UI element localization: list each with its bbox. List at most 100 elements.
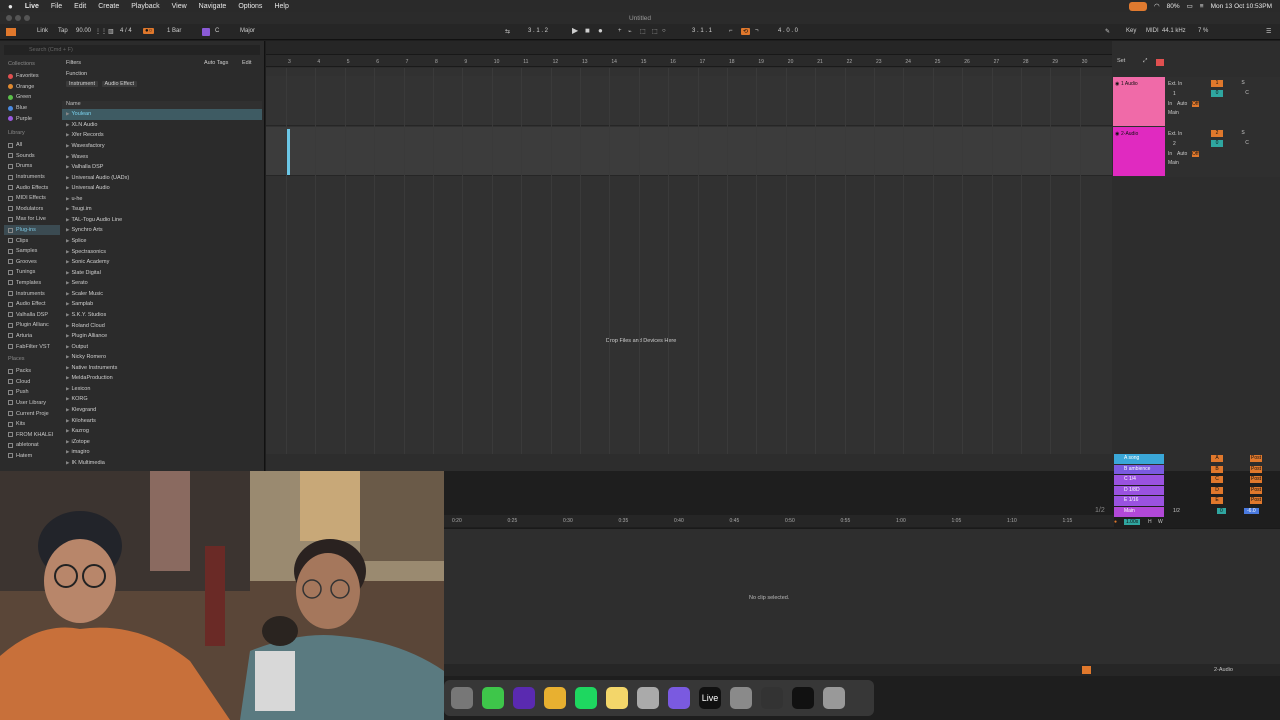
time-signature-field[interactable]: 4 / 4 (120, 28, 132, 34)
launchpad-icon[interactable] (451, 687, 473, 709)
track-activator-icon[interactable]: ◉ (1115, 81, 1119, 87)
browser-folder-item[interactable]: ▶ Nicky Romero (62, 352, 262, 363)
library-item-tunings[interactable]: Tunings (4, 267, 60, 278)
collection-orange[interactable]: Orange (4, 82, 60, 93)
browser-folder-item[interactable]: ▶ iZotope (62, 436, 262, 447)
follow-arrow-icon[interactable]: ⤢ (1143, 58, 1147, 65)
return-track-3[interactable]: D 1/8D (1114, 485, 1164, 496)
browser-folder-item[interactable]: ▶ Synchro Arts (62, 225, 262, 236)
master-fraction-select[interactable]: 1/2 (1173, 508, 1180, 514)
browser-folder-item[interactable]: ▶ Output (62, 341, 262, 352)
track-title-1[interactable]: 1 Audio ◉ (1113, 77, 1165, 126)
loop-toggle[interactable]: ⟲ (741, 28, 751, 35)
control-center-icon[interactable]: ≡ (1200, 3, 1204, 10)
browser-folder-item[interactable]: ▶ Roland Cloud (62, 320, 262, 331)
notes-icon[interactable] (606, 687, 628, 709)
capture-icon[interactable]: ⬚ (640, 28, 646, 35)
expand-triangle-icon[interactable]: ▶ (66, 185, 69, 191)
quantize-select[interactable]: 1 Bar (167, 28, 181, 34)
browser-folder-item[interactable]: ▶ Native Instruments (62, 363, 262, 374)
expand-triangle-icon[interactable]: ▶ (66, 270, 69, 276)
return-track-4[interactable]: E 1/16 (1114, 496, 1164, 506)
place-item-current-proje[interactable]: Current Proje (4, 408, 60, 419)
menu-app-name[interactable]: Live (25, 3, 39, 10)
spotify-icon[interactable] (575, 687, 597, 709)
loop-length[interactable]: 4 . 0 . 0 (778, 28, 798, 34)
collection-purple[interactable]: Purple (4, 113, 60, 124)
expand-triangle-icon[interactable]: ▶ (66, 386, 69, 392)
track-lanes[interactable]: Drop Files and Devices Here (266, 68, 1112, 454)
filter-chip-instrument[interactable]: Instrument (66, 81, 98, 87)
menu-edit[interactable]: Edit (74, 3, 86, 10)
input-type-select[interactable]: Ext. In (1168, 81, 1182, 87)
expand-triangle-icon[interactable]: ▶ (66, 312, 69, 318)
collection-favorites[interactable]: Favorites (4, 71, 60, 82)
scale-select[interactable]: Major (240, 28, 255, 34)
browser-folder-item[interactable]: ▶ Plugin Alliance (62, 331, 262, 342)
detail-view[interactable]: No clip selected. (444, 528, 1280, 664)
metronome-icon[interactable]: ⋮⋮ (95, 28, 107, 35)
loop-start[interactable]: 3 . 1 . 1 (692, 28, 712, 34)
zoom-level[interactable]: 1.00x (1124, 519, 1141, 525)
monitor-off[interactable]: Off (1192, 101, 1199, 107)
stop-button[interactable]: ■ (585, 26, 590, 35)
browser-folder-item[interactable]: ▶ Valhalla DSP (62, 162, 262, 173)
browser-folder-item[interactable]: ▶ Scaler Music (62, 289, 262, 300)
clock[interactable]: Mon 13 Oct 10:53PM (1211, 3, 1272, 10)
return-track-1[interactable]: B ambience (1114, 464, 1164, 475)
browser-folder-item[interactable]: ▶ IK Multimedia (62, 458, 262, 469)
quantize-toggle[interactable]: ●○ (143, 28, 155, 34)
library-item-plugin-allianc[interactable]: Plugin Allianc (4, 320, 60, 331)
browser-folder-item[interactable]: ▶ Kilohearts (62, 415, 262, 426)
track-lane-2[interactable] (266, 127, 1112, 176)
input-channel-select[interactable]: 2 (1173, 141, 1176, 147)
track-number-1[interactable]: 1 (1211, 80, 1223, 87)
function-filter[interactable]: Function (66, 71, 87, 79)
track-header-1[interactable]: 1 Audio ◉ Ext. In 1 In Auto Off Main 1 S… (1113, 77, 1280, 127)
menu-help[interactable]: Help (274, 3, 288, 10)
return-letter-button[interactable]: D (1211, 486, 1223, 494)
browser-folder-item[interactable]: ▶ Lexicon (62, 384, 262, 395)
expand-triangle-icon[interactable]: ▶ (66, 333, 69, 339)
set-button[interactable]: Set (1117, 58, 1125, 64)
menu-file[interactable]: File (51, 3, 62, 10)
post-button[interactable]: Post (1250, 486, 1262, 494)
edit-tags-button[interactable]: Edit (242, 60, 251, 68)
browser-folder-item[interactable]: ▶ u-he (62, 194, 262, 205)
expand-triangle-icon[interactable]: ▶ (66, 249, 69, 255)
master-db[interactable]: -6.0 (1244, 508, 1259, 514)
filter-chip-audio-effect[interactable]: Audio Effect (101, 81, 138, 87)
browser-folder-item[interactable]: ▶ S.K.Y. Studios (62, 310, 262, 321)
pan-field[interactable]: C (1241, 90, 1253, 97)
post-button[interactable]: Post (1250, 465, 1262, 473)
monitor-auto[interactable]: Auto (1177, 151, 1187, 157)
return-letter-button[interactable]: B (1211, 465, 1223, 473)
expand-triangle-icon[interactable]: ▶ (66, 418, 69, 424)
expand-triangle-icon[interactable]: ▶ (66, 217, 69, 223)
expand-triangle-icon[interactable]: ▶ (66, 206, 69, 212)
tempo-field[interactable]: 90.00 (76, 28, 91, 34)
expand-triangle-icon[interactable]: ▶ (66, 164, 69, 170)
logic-icon[interactable] (668, 687, 690, 709)
expand-triangle-icon[interactable]: ▶ (66, 227, 69, 233)
menu-playback[interactable]: Playback (131, 3, 159, 10)
key-select[interactable]: C (215, 28, 219, 34)
midi-map-button[interactable]: MIDI (1146, 28, 1159, 34)
browser-folder-item[interactable]: ▶ TAL-Togu Audio Line (62, 215, 262, 226)
library-item-all[interactable]: All (4, 140, 60, 151)
library-item-drums[interactable]: Drums (4, 161, 60, 172)
library-item-grooves[interactable]: Grooves (4, 257, 60, 268)
automation-arm-icon[interactable]: ⌁ (628, 28, 632, 35)
record-button[interactable]: ● (598, 26, 603, 35)
expand-triangle-icon[interactable]: ▶ (66, 238, 69, 244)
expand-triangle-icon[interactable]: ▶ (66, 439, 69, 445)
library-item-instruments[interactable]: Instruments (4, 288, 60, 299)
menu-options[interactable]: Options (238, 3, 262, 10)
track-header-2[interactable]: 2-Audio ◉ Ext. In 2 In Auto Off Main 2 S… (1113, 127, 1280, 177)
battery-icon[interactable]: ▭ (1187, 2, 1193, 10)
return-track-2[interactable]: C 1/4 (1114, 475, 1164, 485)
library-item-templates[interactable]: Templates (4, 278, 60, 289)
key-map-button[interactable]: Key (1126, 28, 1136, 34)
collection-blue[interactable]: Blue (4, 103, 60, 114)
expand-triangle-icon[interactable]: ▶ (66, 396, 69, 402)
